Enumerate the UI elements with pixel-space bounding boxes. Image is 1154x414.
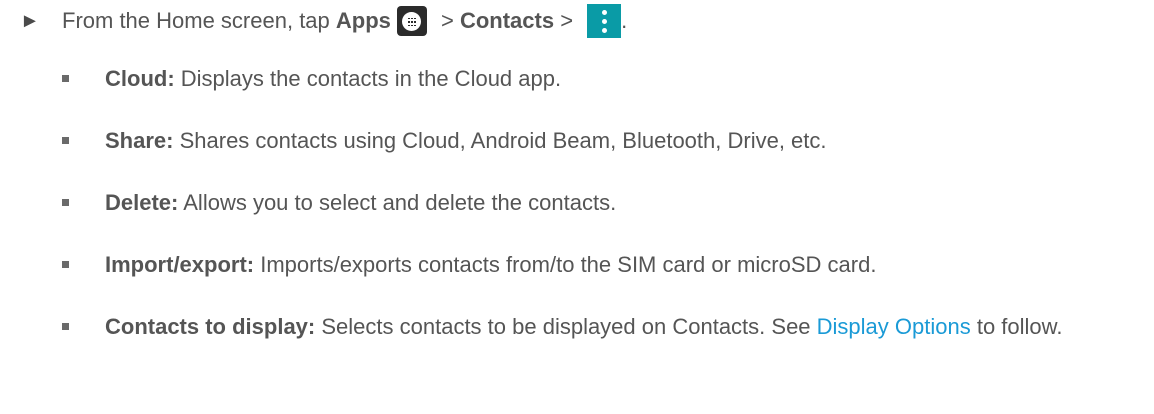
item-label: Cloud:: [105, 66, 175, 91]
item-description: Allows you to select and delete the cont…: [178, 190, 617, 215]
item-label: Share:: [105, 128, 174, 153]
list-item-cloud: Cloud: Displays the contacts in the Clou…: [60, 61, 1145, 97]
item-description: Shares contacts using Cloud, Android Bea…: [173, 128, 827, 153]
item-description: Displays the contacts in the Cloud app.: [174, 66, 562, 91]
separator-arrow: >: [434, 8, 460, 33]
bullet-icon: [62, 261, 69, 268]
list-item-contacts-to-display: Contacts to display: Selects contacts to…: [60, 309, 1145, 345]
item-label: Import/export:: [105, 252, 255, 277]
bullet-icon: [62, 323, 69, 330]
more-options-icon: [587, 4, 622, 38]
bullet-icon: [62, 75, 69, 82]
step-text-intro: From the Home screen, tap: [62, 8, 336, 33]
item-description: Selects contacts to be displayed on Cont…: [315, 314, 817, 339]
bullet-icon: [62, 137, 69, 144]
apps-icon: [396, 6, 427, 36]
separator-arrow: >: [554, 8, 580, 33]
list-item-delete: Delete: Allows you to select and delete …: [60, 185, 1145, 221]
item-label: Contacts to display:: [105, 314, 316, 339]
display-options-link[interactable]: Display Options: [817, 314, 971, 339]
item-description-tail: to follow.: [970, 314, 1063, 339]
step-arrow-icon: ►: [20, 9, 40, 32]
contacts-label: Contacts: [459, 8, 555, 33]
step-period: .: [621, 8, 628, 33]
item-label: Delete:: [105, 190, 179, 215]
list-item-share: Share: Shares contacts using Cloud, Andr…: [60, 123, 1145, 159]
list-item-import-export: Import/export: Imports/exports contacts …: [60, 247, 1145, 283]
apps-label: Apps: [335, 8, 391, 33]
instruction-step: ► From the Home screen, tap Apps > Conta…: [20, 4, 628, 38]
bullet-icon: [62, 199, 69, 206]
item-description: Imports/exports contacts from/to the SIM…: [254, 252, 877, 277]
